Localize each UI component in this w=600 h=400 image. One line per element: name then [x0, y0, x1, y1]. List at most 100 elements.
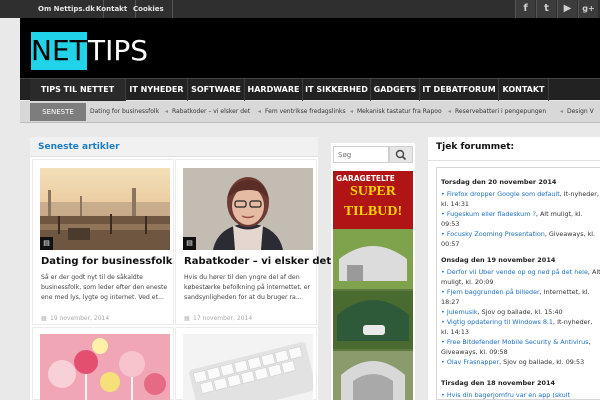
bullet-icon: • [441, 268, 445, 276]
forum-day-heading: Tirsdag den 18 november 2014 [441, 379, 556, 387]
ad-line-1: GARAGETELTE [336, 174, 395, 183]
advertisement-banner[interactable]: GARAGETELTE SUPER TILBUD! [333, 171, 413, 400]
forum-day-heading: Torsdag den 20 november 2014 [441, 178, 557, 186]
keyboard-image [183, 334, 313, 400]
logo-text-tips[interactable]: TIPS [88, 32, 148, 70]
ticker-separator-icon: ◂ [448, 108, 452, 115]
article-format-icon: ▤ [40, 237, 53, 250]
article-excerpt: Så er der godt nyt til de såkaldte busin… [41, 274, 168, 301]
ticker-item[interactable]: Rabatkoder – vi elsker det [172, 101, 250, 122]
article-format-icon: ▤ [183, 237, 196, 250]
forum-post: • Hvis din bagerjomfru var en app (skult [441, 390, 600, 399]
forum-post-link[interactable]: Free Bitdefender Mobile Security & Antiv… [447, 338, 589, 346]
lollipop-image [40, 334, 170, 400]
article-card[interactable]: ▤ Dating for businessfolk Så er der godt… [32, 159, 174, 325]
article-title[interactable]: Rabatkoder – vi elsker det [184, 256, 331, 267]
nav-gadgets[interactable]: GADGETS [371, 79, 420, 101]
forum-post-link[interactable]: Hvis din bagerjomfru var en app (skult [447, 391, 570, 399]
ad-line-2: SUPER [350, 184, 396, 199]
article-card[interactable] [175, 327, 317, 400]
main-navigation: TIPS TIL NETTET IT NYHEDER SOFTWARE HARD… [20, 78, 600, 101]
forum-post-meta: , Sjov og ballade, kl. 09:53 [499, 358, 585, 366]
forum-post-meta: , Sjov og ballade, kl. 15:40 [477, 308, 563, 316]
forum-title-underline [428, 160, 600, 161]
ticker-item[interactable]: Fem ventrikse fredagslinks [265, 101, 346, 122]
forum-list: Torsdag den 20 november 2014 • Firefox d… [436, 167, 600, 400]
search-icon [395, 149, 407, 161]
bullet-icon: • [441, 358, 445, 366]
article-card[interactable]: ▤ Rabatkoder – vi elsker det Hvis du hør… [175, 159, 331, 325]
ticker-item[interactable]: Mekanisk tastatur fra Rapoo [357, 101, 442, 122]
city-skyline-image [40, 168, 170, 250]
forum-post: • Olav Frasnapper, Sjov og ballade, kl. … [441, 357, 600, 367]
nav-it-sikkerhed[interactable]: IT SIKKERHED [303, 79, 371, 101]
garage-tent-images [333, 229, 413, 400]
logo-text-net[interactable]: NET [31, 32, 87, 70]
ticker-separator-icon: ◂ [258, 108, 262, 115]
ticker-item[interactable]: Reservebatteri i pengepungen [455, 101, 546, 122]
forum-post-link[interactable]: Julemusik [447, 308, 478, 316]
youtube-icon[interactable]: ▶ [557, 0, 577, 18]
forum-post: • Free Bitdefender Mobile Security & Ant… [441, 337, 600, 357]
calendar-icon: ▦ [184, 315, 190, 322]
bullet-icon: • [441, 190, 445, 198]
bullet-icon: • [441, 338, 445, 346]
bullet-icon: • [441, 318, 445, 326]
news-ticker: SENESTE Dating for businessfolk ◂ Rabatk… [20, 101, 600, 123]
bullet-icon: • [441, 210, 445, 218]
ticker-label: SENESTE [30, 103, 86, 121]
forum-post-link[interactable]: Fugeskum eller fladeskum ? [447, 210, 536, 218]
nav-it-debatforum[interactable]: IT DEBATFORUM [420, 79, 499, 101]
nav-it-nyheder[interactable]: IT NYHEDER [126, 79, 188, 101]
bullet-icon: • [441, 288, 445, 296]
search-button[interactable] [389, 146, 413, 163]
ticker-item[interactable]: Design V [567, 101, 594, 122]
forum-post: • Julemusik, Sjov og ballade, kl. 15:40 [441, 307, 600, 317]
forum-post-link[interactable]: Fjern baggrunden på billeder [447, 288, 540, 296]
bullet-icon: • [441, 308, 445, 316]
forum-post-link[interactable]: Focusky Zooming Presentation [447, 230, 545, 238]
ticker-separator-icon: ◂ [350, 108, 354, 115]
google-plus-icon[interactable]: g+ [578, 0, 598, 18]
article-image[interactable]: ▤ [40, 168, 170, 250]
latest-articles-panel: Seneste artikler ▤ Dating for businessfo… [30, 137, 331, 400]
article-date: 17 november, 2014 [193, 315, 253, 322]
forum-title: Tjek forummet: [436, 142, 515, 152]
middle-sidebar: GARAGETELTE SUPER TILBUD! [331, 143, 415, 400]
forum-day-heading: Onsdag den 19 november 2014 [441, 256, 556, 264]
forum-post: • Fjern baggrunden på billeder, Internet… [441, 287, 600, 307]
nav-software[interactable]: SOFTWARE [188, 79, 245, 101]
forum-post: • Vigtig opdatering til Windows 8.1, It-… [441, 317, 600, 337]
forum-post-link[interactable]: Firefox dropper Google som default [447, 190, 560, 198]
site-header: NET TIPS [20, 18, 600, 78]
search-input[interactable] [333, 146, 389, 163]
article-image[interactable] [40, 334, 170, 400]
article-date: 19 november, 2014 [50, 315, 110, 322]
nav-tips-til-nettet[interactable]: TIPS TIL NETTET [30, 79, 126, 101]
top-link-cookies[interactable]: Cookies [125, 0, 173, 18]
calendar-icon: ▦ [41, 315, 47, 322]
latest-articles-title[interactable]: Seneste artikler [38, 137, 120, 157]
forum-post-link[interactable]: Vigtig opdatering til Windows 8.1 [447, 318, 553, 326]
forum-post-link[interactable]: Olav Frasnapper [447, 358, 499, 366]
bullet-icon: • [441, 391, 445, 399]
article-image[interactable]: ▤ [183, 168, 313, 250]
portrait-image [183, 168, 313, 250]
twitter-icon[interactable]: t [536, 0, 556, 18]
forum-post: • Derfor vil Uber vende op og ned på det… [441, 267, 600, 287]
ad-line-3: TILBUD! [343, 204, 403, 219]
bullet-icon: • [441, 230, 445, 238]
facebook-icon[interactable]: f [515, 0, 535, 18]
ticker-separator-icon: ◂ [560, 108, 564, 115]
latest-articles-header: Seneste artikler [30, 137, 318, 157]
article-card[interactable] [32, 327, 174, 400]
nav-kontakt[interactable]: KONTAKT [499, 79, 549, 101]
forum-post: • Focusky Zooming Presentation, Giveaway… [441, 229, 600, 249]
nav-hardware[interactable]: HARDWARE [245, 79, 303, 101]
top-bar: Om Nettips.dk Kontakt Cookies f t ▶ g+ [0, 0, 600, 18]
article-image[interactable] [183, 334, 313, 400]
ticker-separator-icon: ◂ [165, 108, 169, 115]
forum-post-link[interactable]: Derfor vil Uber vende op og ned på det h… [447, 268, 588, 276]
article-title[interactable]: Dating for businessfolk [41, 256, 172, 267]
ticker-item[interactable]: Dating for businessfolk [90, 101, 159, 122]
